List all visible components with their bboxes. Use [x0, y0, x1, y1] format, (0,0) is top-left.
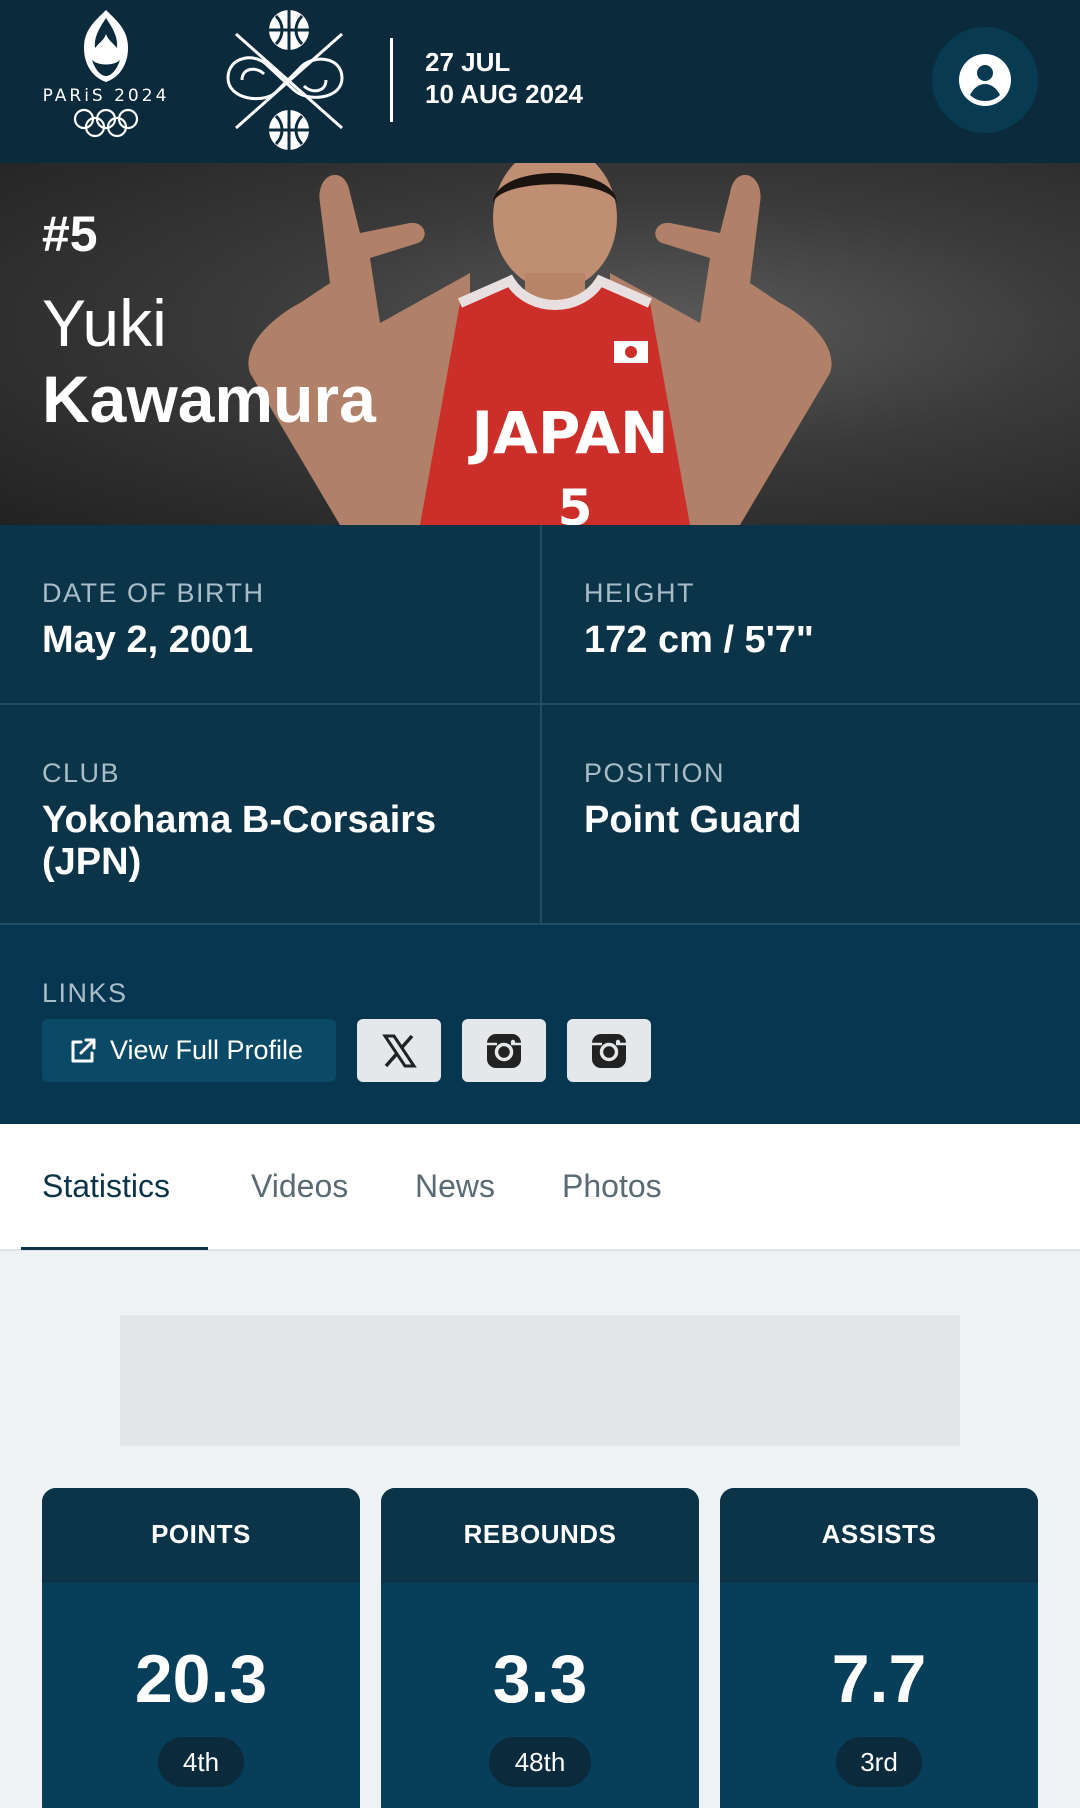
stat-card-points: POINTS 20.3 4th	[42, 1488, 360, 1808]
event-dates: 27 JUL 10 AUG 2024	[425, 46, 583, 110]
club-value: Yokohama B-Corsairs (JPN)	[42, 799, 498, 883]
tab-news[interactable]: News	[415, 1168, 495, 1205]
external-link-icon	[71, 1038, 96, 1062]
player-first-name: Yuki	[42, 286, 167, 360]
dob-value: May 2, 2001	[42, 619, 254, 661]
info-row: DATE OF BIRTH May 2, 2001 HEIGHT 172 cm …	[0, 525, 1080, 705]
instagram-icon	[592, 1033, 626, 1068]
stat-title: REBOUNDS	[381, 1488, 699, 1583]
ad-placeholder	[120, 1315, 960, 1446]
paris-2024-logo[interactable]: PARiS 2024	[38, 8, 174, 156]
stat-title: ASSISTS	[720, 1488, 1038, 1583]
stat-card-rebounds: REBOUNDS 3.3 48th	[381, 1488, 699, 1808]
height-label: HEIGHT	[584, 578, 696, 608]
jersey-number: #5	[42, 206, 98, 262]
paris-flame-icon	[84, 10, 128, 82]
tab-videos[interactable]: Videos	[251, 1168, 348, 1205]
content-tabs: Statistics Videos News Photos	[0, 1124, 1080, 1251]
view-full-profile-label: View Full Profile	[110, 1035, 304, 1065]
x-icon	[382, 1034, 417, 1067]
instagram-social-button[interactable]	[462, 1019, 546, 1082]
position-value: Point Guard	[584, 799, 802, 841]
instagram-icon	[487, 1033, 521, 1068]
x-social-button[interactable]	[357, 1019, 441, 1082]
tab-photos[interactable]: Photos	[562, 1168, 662, 1205]
stat-card-assists: ASSISTS 7.7 3rd	[720, 1488, 1038, 1808]
stat-value: 3.3	[492, 1641, 588, 1717]
olympic-rings-icon	[73, 108, 139, 138]
position-label: POSITION	[584, 758, 726, 788]
dob-label: DATE OF BIRTH	[42, 578, 265, 608]
info-row: CLUB Yokohama B-Corsairs (JPN) POSITION …	[0, 705, 1080, 925]
user-account-button[interactable]	[932, 27, 1038, 133]
top-bar: PARiS 2024 27 JUL 10 AUG 2024	[0, 0, 1080, 163]
position-cell: POSITION Point Guard	[540, 705, 1080, 923]
club-cell: CLUB Yokohama B-Corsairs (JPN)	[0, 705, 540, 923]
event-end-date: 10 AUG 2024	[425, 79, 584, 109]
svg-text:5: 5	[558, 479, 593, 525]
club-country: (JPN)	[42, 841, 142, 883]
stat-value: 7.7	[831, 1641, 927, 1717]
club-name: Yokohama B-Corsairs	[42, 799, 437, 841]
event-start-date: 27 JUL	[425, 47, 511, 77]
tab-statistics[interactable]: Statistics	[42, 1168, 170, 1205]
player-last-name: Kawamura	[42, 362, 376, 436]
user-icon	[959, 54, 1011, 106]
header-divider	[390, 38, 393, 122]
height-cell: HEIGHT 172 cm / 5'7"	[540, 525, 1080, 703]
player-hero: JAPAN 5 #5 Yuki Kawamura	[0, 163, 1080, 525]
instagram-social-button-2[interactable]	[567, 1019, 651, 1082]
brand-text: PARiS 2024	[42, 86, 170, 106]
stat-rank-badge: 4th	[158, 1737, 244, 1787]
player-info-grid: DATE OF BIRTH May 2, 2001 HEIGHT 172 cm …	[0, 525, 1080, 925]
view-full-profile-button[interactable]: View Full Profile	[42, 1019, 336, 1082]
stat-value: 20.3	[134, 1641, 268, 1717]
svg-text:JAPAN: JAPAN	[467, 399, 668, 467]
stat-title: POINTS	[42, 1488, 360, 1583]
links-label: LINKS	[42, 978, 128, 1008]
stat-rank-badge: 3rd	[836, 1737, 922, 1787]
club-label: CLUB	[42, 758, 121, 788]
basketball-3x3-logo-icon	[226, 10, 344, 150]
active-tab-indicator	[21, 1247, 208, 1250]
height-value: 172 cm / 5'7"	[584, 619, 814, 661]
stat-rank-badge: 48th	[489, 1737, 591, 1787]
dob-cell: DATE OF BIRTH May 2, 2001	[0, 525, 540, 703]
